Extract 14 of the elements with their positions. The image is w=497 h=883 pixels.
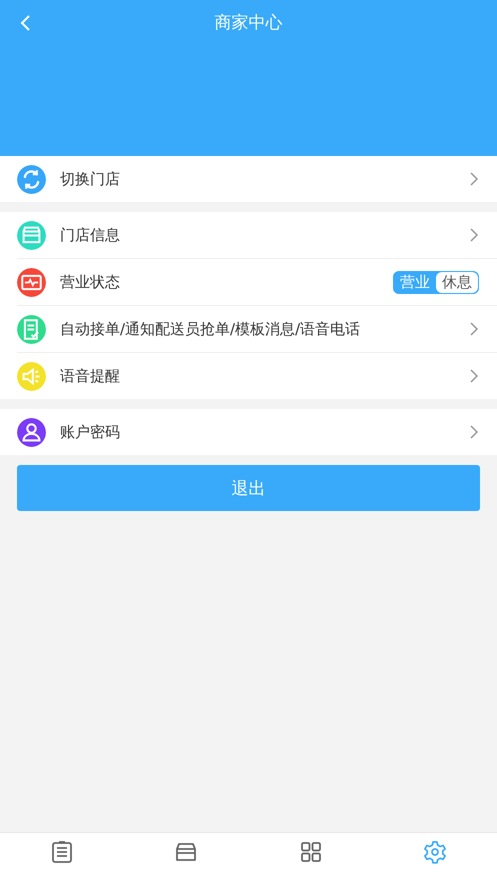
- chevron-right-icon: [469, 227, 479, 243]
- status-option[interactable]: 休息: [436, 272, 478, 292]
- chevron-right-icon: [469, 368, 479, 384]
- menu-item[interactable]: 账户密码: [60, 422, 469, 442]
- menu-item[interactable]: 切换门店: [60, 170, 469, 188]
- menu-item[interactable]: 语音提醒: [60, 366, 469, 386]
- chevron-right-icon: [469, 171, 479, 187]
- page-title: 商家中心: [214, 12, 282, 34]
- settings-icon[interactable]: [422, 839, 448, 865]
- chevron-right-icon: [469, 321, 479, 337]
- menu-item[interactable]: 自动接单/通知配送员抢单/模板消息/语音电话: [60, 320, 469, 338]
- menu-item[interactable]: 营业状态: [60, 272, 393, 292]
- chevron-right-icon: [469, 424, 479, 440]
- menu-item[interactable]: 门店信息: [60, 226, 469, 244]
